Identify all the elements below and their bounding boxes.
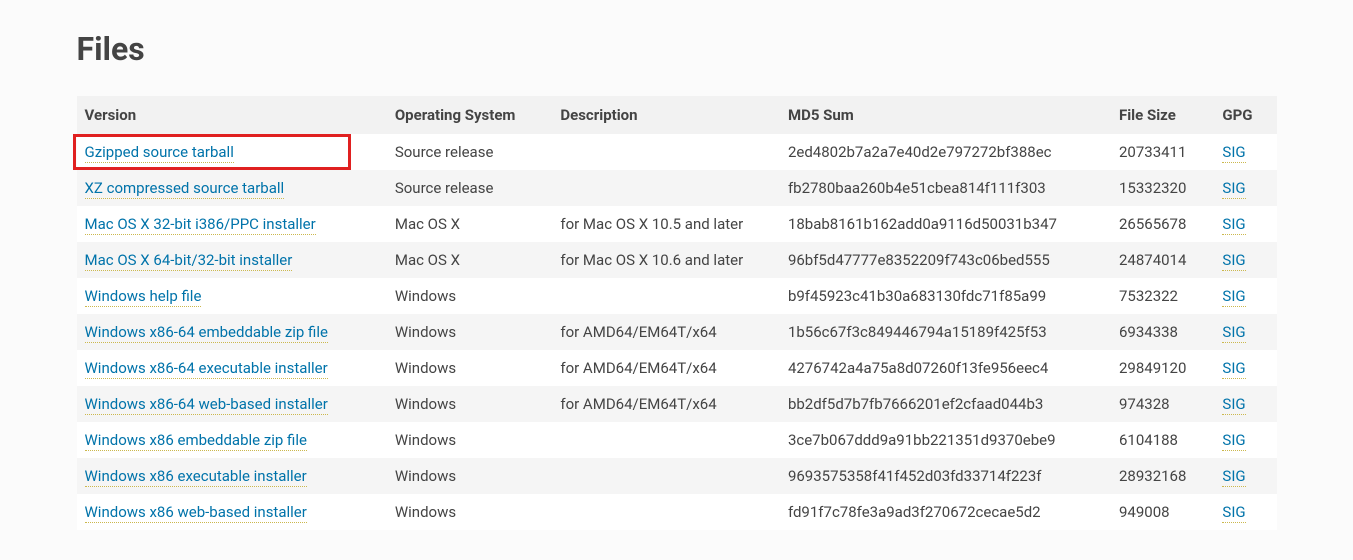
sig-link[interactable]: SIG <box>1222 431 1245 451</box>
md5-cell: 4276742a4a75a8d07260f13fe956eec4 <box>780 350 1111 386</box>
version-link[interactable]: Windows x86-64 executable installer <box>85 359 328 379</box>
md5-cell: b9f45923c41b30a683130fdc71f85a99 <box>780 278 1111 314</box>
version-link[interactable]: Windows x86 embeddable zip file <box>85 431 307 451</box>
sig-link[interactable]: SIG <box>1222 251 1245 271</box>
os-cell: Mac OS X <box>387 206 553 242</box>
sig-link[interactable]: SIG <box>1222 503 1245 523</box>
sig-link[interactable]: SIG <box>1222 467 1245 487</box>
version-link[interactable]: Gzipped source tarball <box>85 143 234 163</box>
sig-link[interactable]: SIG <box>1222 395 1245 415</box>
version-link[interactable]: Mac OS X 32-bit i386/PPC installer <box>85 215 316 235</box>
table-row: Windows help file Windows b9f45923c41b30a6… <box>77 278 1277 314</box>
description-cell: for Mac OS X 10.6 and later <box>552 242 780 278</box>
description-cell: for AMD64/EM64T/x64 <box>552 314 780 350</box>
md5-cell: bb2df5d7b7fb7666201ef2cfaad044b3 <box>780 386 1111 422</box>
table-row: Windows x86-64 web-based installer Window… <box>77 386 1277 422</box>
table-header-row: Version Operating System Description MD5… <box>77 96 1277 134</box>
description-cell <box>552 494 780 530</box>
table-row: Windows x86-64 embeddable zip file Window… <box>77 314 1277 350</box>
description-cell: for Mac OS X 10.5 and later <box>552 206 780 242</box>
filesize-cell: 28932168 <box>1111 458 1214 494</box>
col-header-description: Description <box>552 96 780 134</box>
os-cell: Source release <box>387 170 553 206</box>
os-cell: Windows <box>387 494 553 530</box>
version-link[interactable]: XZ compressed source tarball <box>85 179 285 199</box>
files-table: Version Operating System Description MD5… <box>77 96 1277 530</box>
table-row: Windows x86 executable installer Windows 9… <box>77 458 1277 494</box>
description-cell <box>552 134 780 170</box>
version-link[interactable]: Windows x86 web-based installer <box>85 503 307 523</box>
os-cell: Source release <box>387 134 553 170</box>
filesize-cell: 7532322 <box>1111 278 1214 314</box>
md5-cell: 1b56c67f3c849446794a15189f425f53 <box>780 314 1111 350</box>
md5-cell: 3ce7b067ddd9a91bb221351d9370ebe9 <box>780 422 1111 458</box>
table-row: Gzipped source tarball Source release 2ed4… <box>77 134 1277 170</box>
col-header-gpg: GPG <box>1214 96 1276 134</box>
filesize-cell: 949008 <box>1111 494 1214 530</box>
table-row: Windows x86 web-based installer Windows fd… <box>77 494 1277 530</box>
description-cell: for AMD64/EM64T/x64 <box>552 350 780 386</box>
col-header-os: Operating System <box>387 96 553 134</box>
os-cell: Windows <box>387 350 553 386</box>
filesize-cell: 26565678 <box>1111 206 1214 242</box>
table-row: Mac OS X 64-bit/32-bit installer Mac OS X… <box>77 242 1277 278</box>
col-header-filesize: File Size <box>1111 96 1214 134</box>
md5-cell: 18bab8161b162add0a9116d50031b347 <box>780 206 1111 242</box>
description-cell <box>552 170 780 206</box>
os-cell: Mac OS X <box>387 242 553 278</box>
description-cell: for AMD64/EM64T/x64 <box>552 386 780 422</box>
filesize-cell: 15332320 <box>1111 170 1214 206</box>
description-cell <box>552 422 780 458</box>
filesize-cell: 24874014 <box>1111 242 1214 278</box>
filesize-cell: 6104188 <box>1111 422 1214 458</box>
os-cell: Windows <box>387 386 553 422</box>
os-cell: Windows <box>387 278 553 314</box>
table-row: Windows x86 embeddable zip file Windows 3c… <box>77 422 1277 458</box>
version-link[interactable]: Windows x86 executable installer <box>85 467 307 487</box>
md5-cell: 9693575358f41f452d03fd33714f223f <box>780 458 1111 494</box>
os-cell: Windows <box>387 314 553 350</box>
sig-link[interactable]: SIG <box>1222 359 1245 379</box>
filesize-cell: 20733411 <box>1111 134 1214 170</box>
filesize-cell: 974328 <box>1111 386 1214 422</box>
page-title: Files <box>77 30 1277 68</box>
col-header-version: Version <box>77 96 387 134</box>
description-cell <box>552 458 780 494</box>
description-cell <box>552 278 780 314</box>
version-link[interactable]: Windows x86-64 web-based installer <box>85 395 328 415</box>
version-link[interactable]: Windows help file <box>85 287 202 307</box>
os-cell: Windows <box>387 458 553 494</box>
version-link[interactable]: Windows x86-64 embeddable zip file <box>85 323 328 343</box>
col-header-md5: MD5 Sum <box>780 96 1111 134</box>
sig-link[interactable]: SIG <box>1222 179 1245 199</box>
md5-cell: fb2780baa260b4e51cbea814f111f303 <box>780 170 1111 206</box>
filesize-cell: 6934338 <box>1111 314 1214 350</box>
filesize-cell: 29849120 <box>1111 350 1214 386</box>
os-cell: Windows <box>387 422 553 458</box>
version-link[interactable]: Mac OS X 64-bit/32-bit installer <box>85 251 293 271</box>
table-row: Windows x86-64 executable installer Windo… <box>77 350 1277 386</box>
sig-link[interactable]: SIG <box>1222 143 1245 163</box>
md5-cell: 2ed4802b7a2a7e40d2e797272bf388ec <box>780 134 1111 170</box>
table-row: XZ compressed source tarball Source relea… <box>77 170 1277 206</box>
sig-link[interactable]: SIG <box>1222 287 1245 307</box>
table-row: Mac OS X 32-bit i386/PPC installer Mac OS… <box>77 206 1277 242</box>
sig-link[interactable]: SIG <box>1222 215 1245 235</box>
md5-cell: 96bf5d47777e8352209f743c06bed555 <box>780 242 1111 278</box>
sig-link[interactable]: SIG <box>1222 323 1245 343</box>
md5-cell: fd91f7c78fe3a9ad3f270672cecae5d2 <box>780 494 1111 530</box>
